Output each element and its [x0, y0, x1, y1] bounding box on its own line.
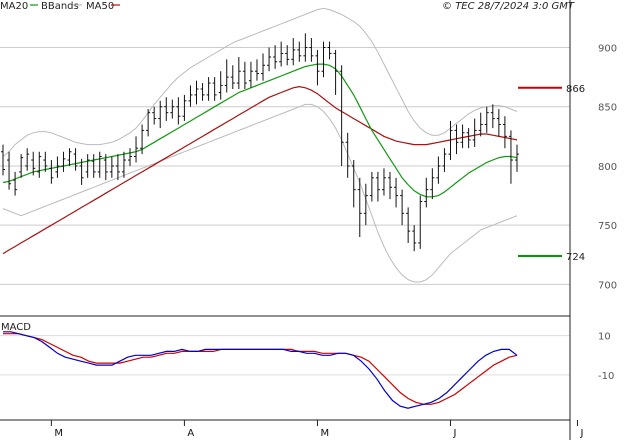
bb-lower-line	[2, 103, 518, 283]
price-axis-labels: 700 750 800 850 900	[598, 44, 617, 292]
macd-tick-label: -10	[598, 371, 614, 382]
marker-label: 866	[566, 84, 585, 95]
macd-signal-line	[3, 333, 518, 405]
legend-ma20: MA20	[0, 1, 28, 12]
price-markers: 866 724	[518, 84, 585, 263]
price-tick-label: 900	[598, 44, 617, 55]
month-label: J	[579, 428, 583, 439]
ma20-line	[2, 63, 518, 198]
price-tick-label: 850	[598, 103, 617, 114]
price-tick-label: 750	[598, 221, 617, 232]
month-label: M	[54, 428, 63, 439]
legend-ma50: MA50	[86, 1, 114, 12]
stock-chart: MA20 BBands MA50 © TEC 28/7/2024 3:0 GMT…	[0, 0, 617, 440]
macd-line	[3, 331, 518, 409]
price-tick-label: 800	[598, 162, 617, 173]
bollinger-bands	[2, 7, 518, 283]
legend-bbands: BBands	[41, 1, 79, 12]
month-label: J	[452, 428, 456, 439]
price-tick-label: 700	[598, 280, 617, 291]
legend: MA20 BBands MA50	[0, 1, 120, 12]
price-gridlines	[0, 47, 570, 285]
copyright-text: © TEC 28/7/2024 3:0 GMT	[442, 1, 575, 12]
macd-lines	[3, 331, 518, 409]
month-label: M	[320, 428, 329, 439]
macd-gridlines	[0, 335, 570, 376]
month-axis: MAMJJA	[50, 420, 583, 439]
macd-axis-labels: 10 -10	[598, 332, 614, 382]
ma50-line	[2, 85, 518, 255]
macd-tick-label: 10	[598, 332, 611, 343]
month-label: A	[187, 428, 194, 439]
bb-upper-line	[2, 7, 518, 157]
marker-label: 724	[566, 252, 585, 263]
